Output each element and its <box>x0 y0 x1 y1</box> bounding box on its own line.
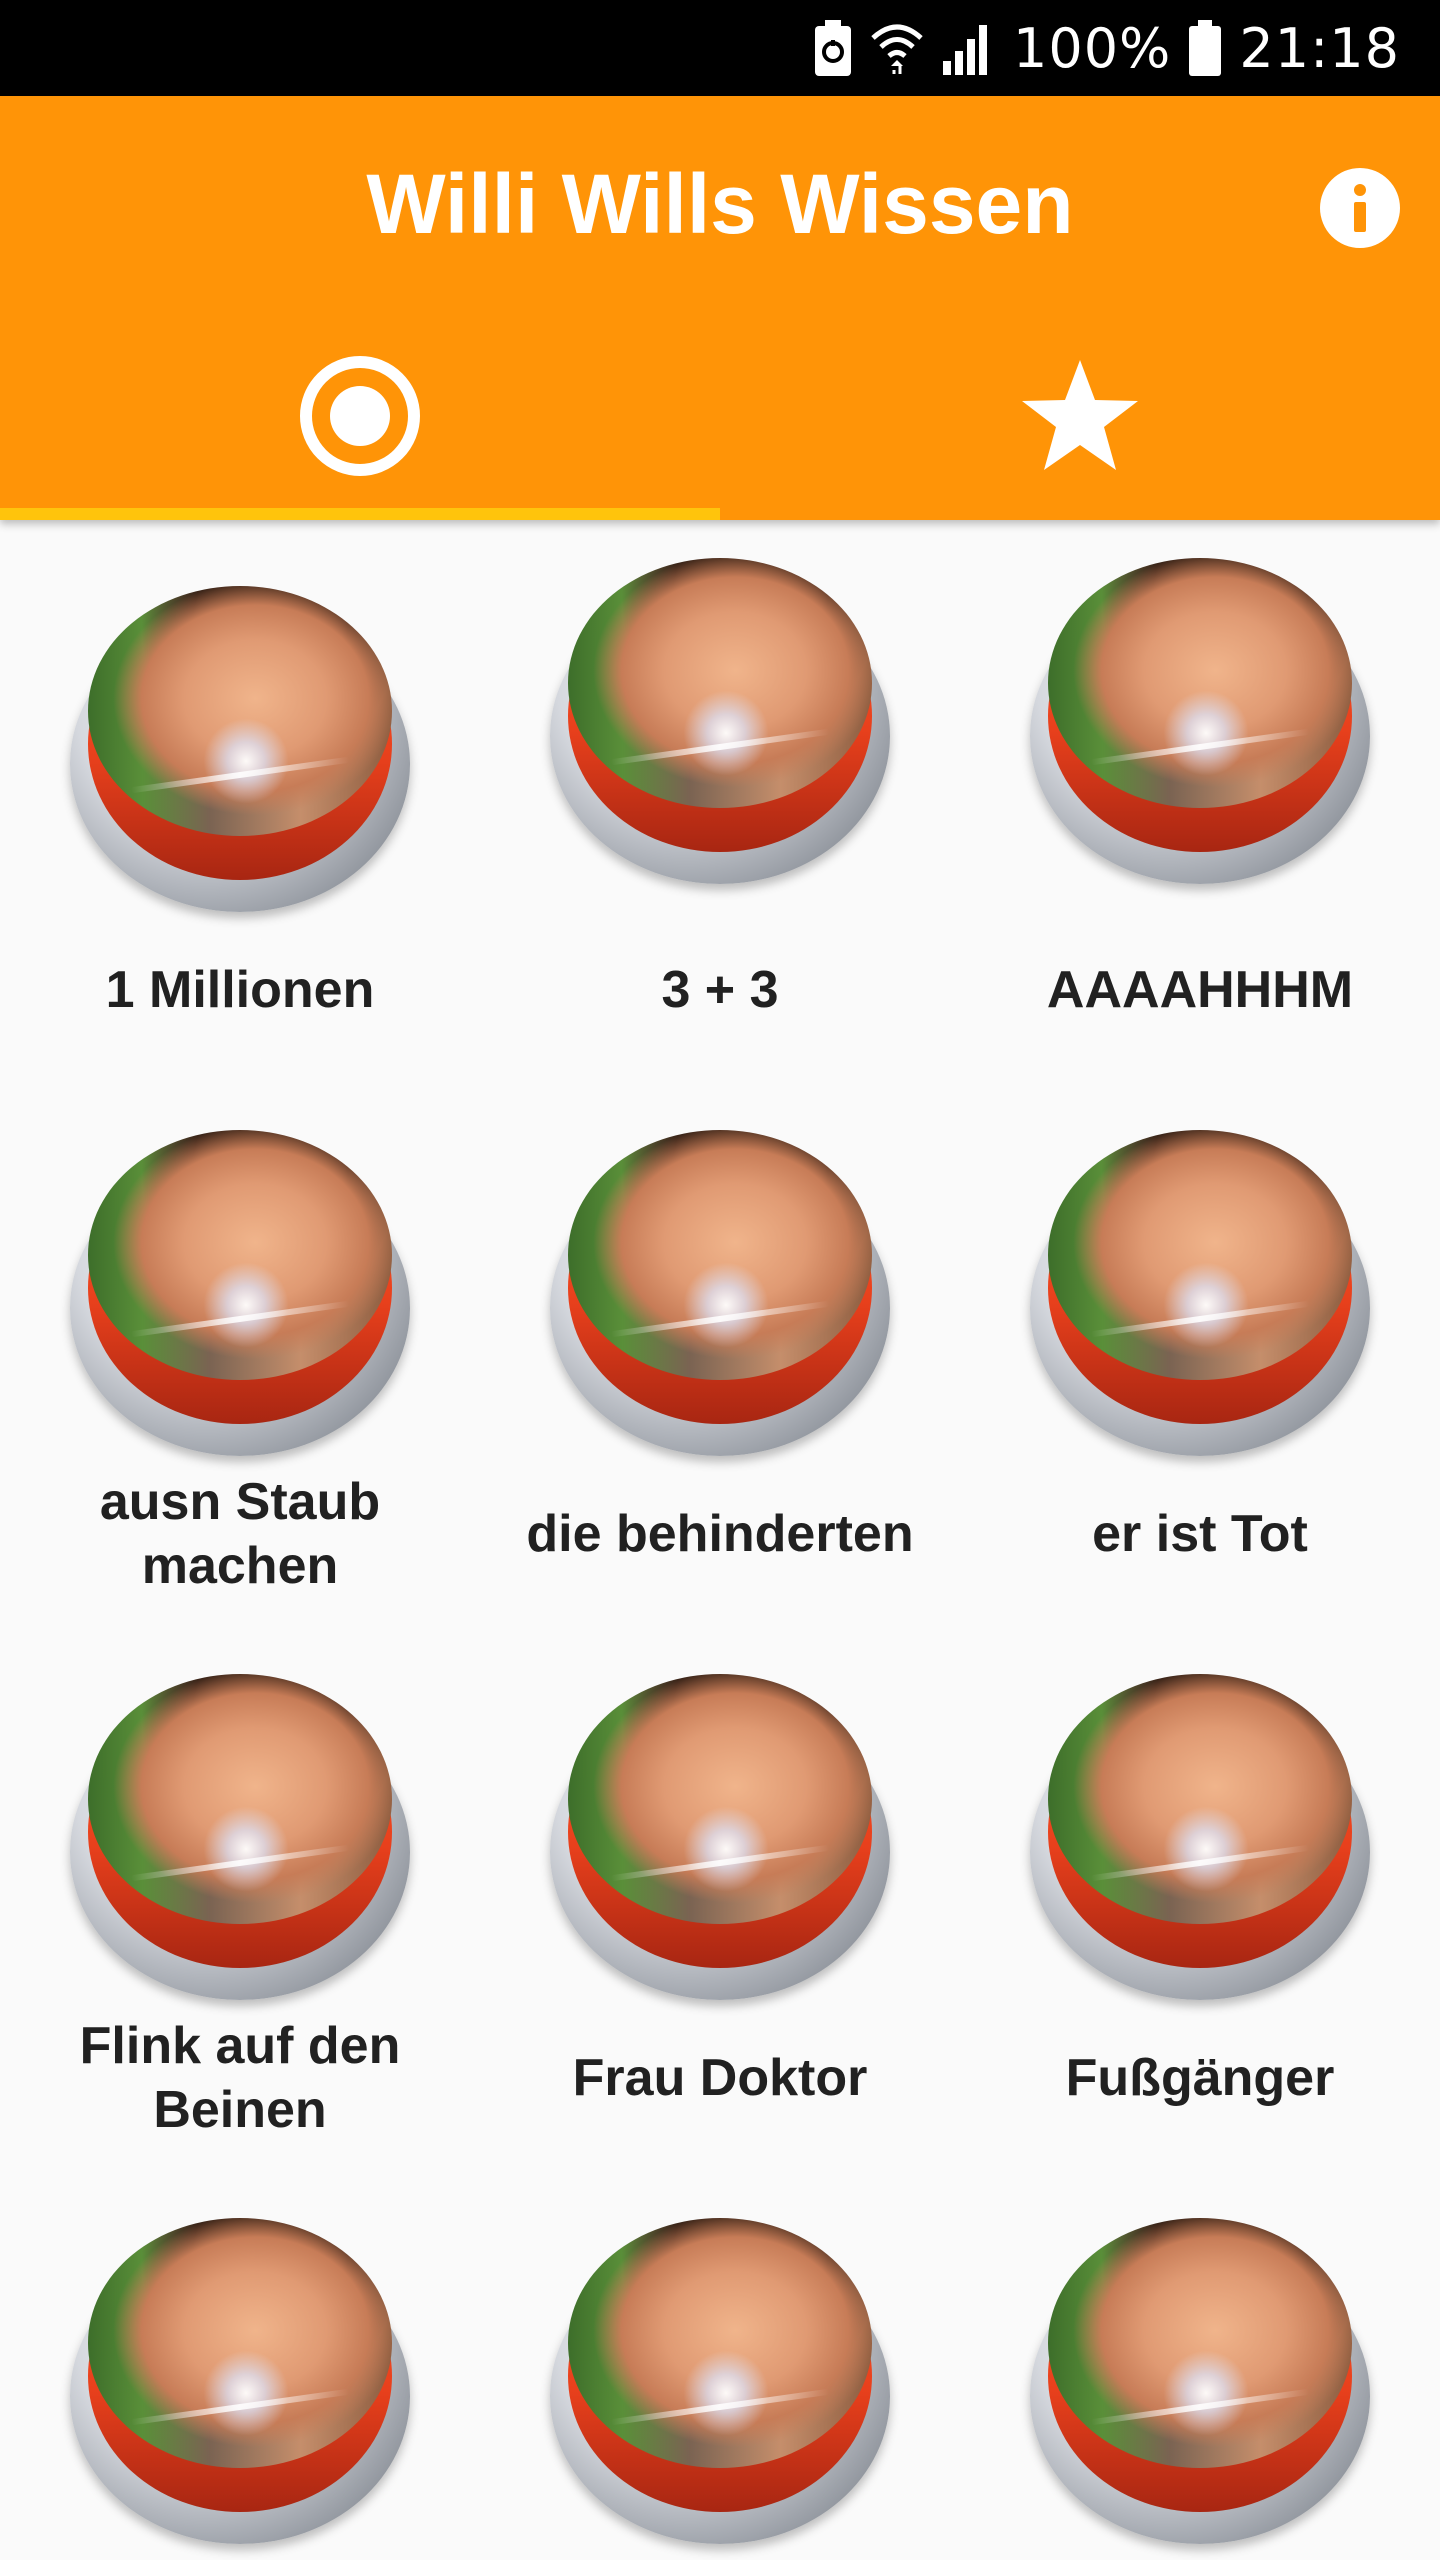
sound-label: Flink auf den Beinen <box>79 2017 401 2139</box>
sound-button[interactable] <box>550 558 890 884</box>
face-photo <box>88 1130 392 1380</box>
battery-saver-icon <box>814 20 851 76</box>
tab-favorites[interactable] <box>720 312 1440 520</box>
tab-sounds[interactable] <box>0 312 720 520</box>
battery-percent: 100% <box>1012 16 1172 80</box>
sound-item[interactable]: er ist Tot <box>960 1064 1440 1608</box>
status-icons: 100% 21:18 <box>813 0 1400 96</box>
sound-item[interactable]: Fußgänger <box>960 1608 1440 2152</box>
sound-item[interactable]: 3 + 3 <box>480 492 960 1036</box>
sound-button[interactable] <box>1030 558 1370 884</box>
sound-item[interactable]: 1 Millionen <box>0 520 480 1064</box>
sound-label: 3 + 3 <box>661 961 779 1019</box>
status-bar: 100% 21:18 <box>0 0 1440 96</box>
sound-label: die behinderten <box>526 1505 914 1563</box>
face-photo <box>1048 1130 1352 1380</box>
tab-bar <box>0 312 1440 520</box>
signal-icon <box>942 25 987 75</box>
face-photo <box>88 586 392 836</box>
sound-button[interactable] <box>1030 1130 1370 1456</box>
face-photo <box>568 1130 872 1380</box>
sound-label: AAAAHHHM <box>1046 961 1354 1019</box>
face-photo <box>1048 2218 1352 2468</box>
sound-item[interactable]: die behinderten <box>480 1064 960 1608</box>
sound-label: Frau Doktor <box>572 2049 868 2107</box>
sound-button[interactable] <box>550 1130 890 1456</box>
radio-button-icon <box>300 356 420 476</box>
clock: 21:18 <box>1239 16 1400 80</box>
sound-button[interactable] <box>1030 1674 1370 2000</box>
sound-button[interactable] <box>1030 2218 1370 2544</box>
sound-label: 1 Millionen <box>105 961 375 1019</box>
face-photo <box>568 558 872 808</box>
sound-button[interactable] <box>550 2218 890 2544</box>
wifi-icon <box>871 24 923 74</box>
sound-label: er ist Tot <box>1092 1505 1308 1563</box>
app-bar: Willi Wills Wissen <box>0 96 1440 520</box>
sound-button[interactable] <box>70 1130 410 1456</box>
sound-item[interactable] <box>480 2152 960 2560</box>
sound-item[interactable] <box>960 2152 1440 2560</box>
face-photo <box>88 1674 392 1924</box>
app-title: Willi Wills Wissen <box>366 157 1074 251</box>
face-photo <box>1048 558 1352 808</box>
face-photo <box>568 2218 872 2468</box>
sound-item[interactable]: Flink auf den Beinen <box>0 1608 480 2152</box>
face-photo <box>88 2218 392 2468</box>
sound-item[interactable]: ausn Staub machen <box>0 1064 480 1608</box>
sound-item[interactable] <box>0 2152 480 2560</box>
sound-button[interactable] <box>70 1674 410 2000</box>
face-photo <box>568 1674 872 1924</box>
sound-label: Fußgänger <box>1065 2049 1335 2107</box>
sound-label: ausn Staub machen <box>99 1473 381 1595</box>
sound-button[interactable] <box>550 1674 890 2000</box>
info-icon[interactable] <box>1320 168 1400 248</box>
star-icon <box>1022 360 1138 470</box>
battery-icon <box>1189 20 1222 76</box>
sound-button[interactable] <box>70 2218 410 2544</box>
sound-button[interactable] <box>70 586 410 912</box>
face-photo <box>1048 1674 1352 1924</box>
sound-item[interactable]: Frau Doktor <box>480 1608 960 2152</box>
sound-item[interactable]: AAAAHHHM <box>960 492 1440 1036</box>
